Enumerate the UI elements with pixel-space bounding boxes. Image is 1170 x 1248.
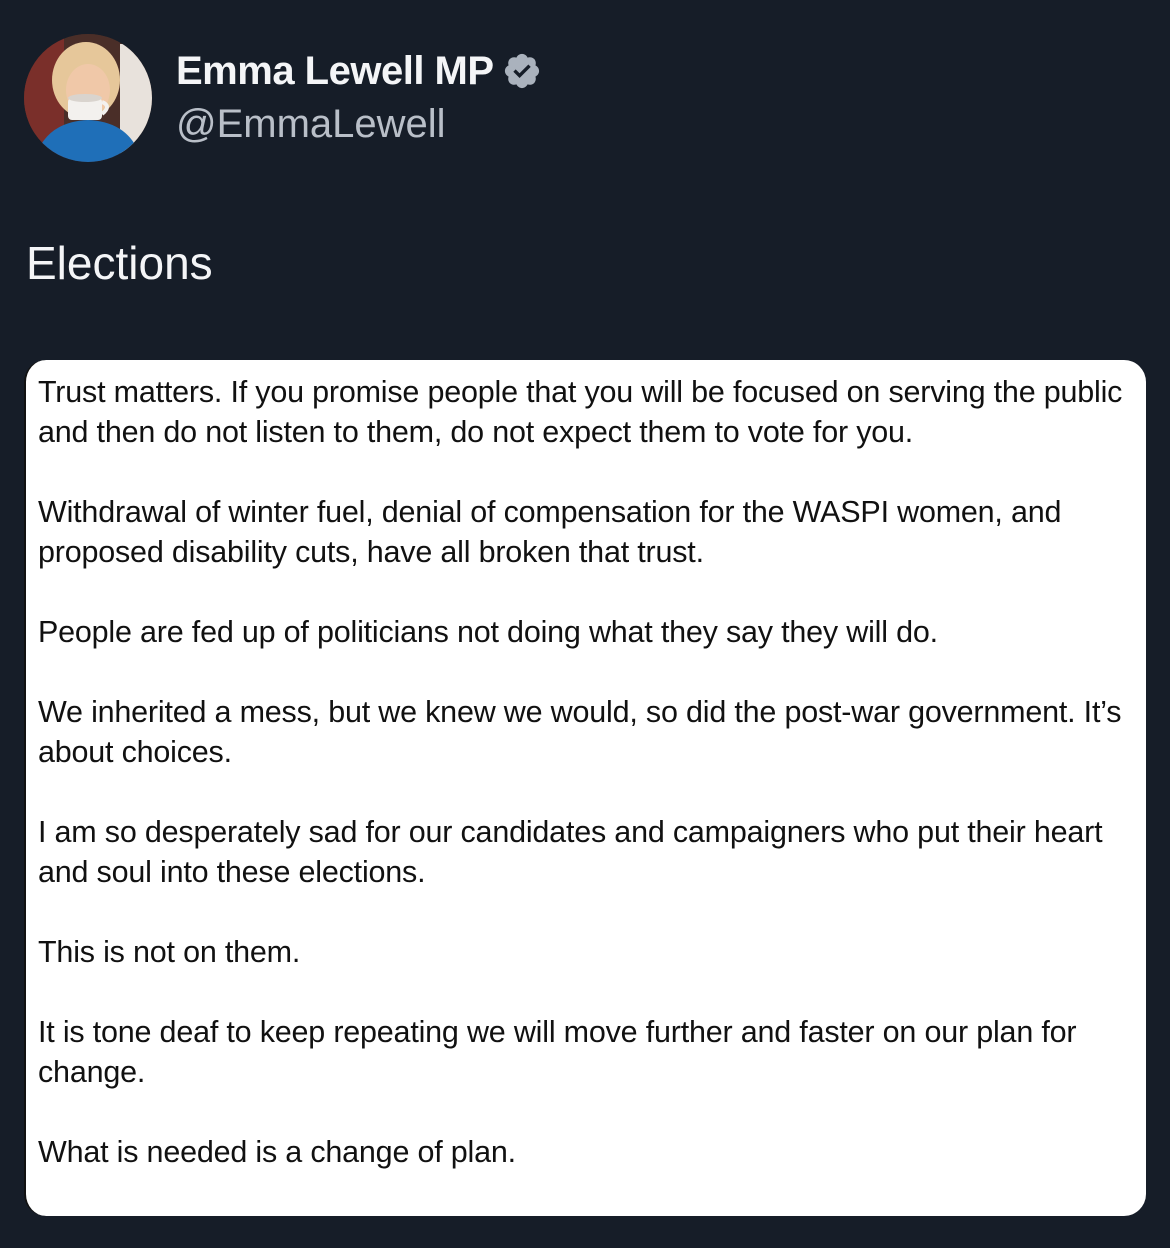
note-paragraph: We inherited a mess, but we knew we woul… <box>38 695 1122 769</box>
name-row: Emma Lewell MP <box>176 46 542 96</box>
post-header: Emma Lewell MP @EmmaLewell <box>24 34 1144 164</box>
avatar-image <box>24 34 152 162</box>
user-handle[interactable]: @EmmaLewell <box>176 102 446 147</box>
note-paragraph: People are fed up of politicians not doi… <box>38 615 938 649</box>
note-paragraph: It is tone deaf to keep repeating we wil… <box>38 1015 1077 1089</box>
note-paragraph: This is not on them. <box>38 935 301 969</box>
notes-screenshot-card: Trust matters. If you promise people tha… <box>24 360 1146 1216</box>
display-name[interactable]: Emma Lewell MP <box>176 49 494 94</box>
note-paragraph: I am so desperately sad for our candidat… <box>38 815 1103 889</box>
note-paragraph: Trust matters. If you promise people tha… <box>38 375 1123 449</box>
note-paragraph: Withdrawal of winter fuel, denial of com… <box>38 495 1062 569</box>
profile-avatar[interactable] <box>24 34 152 162</box>
note-paragraph: What is needed is a change of plan. <box>38 1135 516 1169</box>
post-text: Elections <box>26 237 213 289</box>
verified-badge-icon <box>502 51 542 91</box>
